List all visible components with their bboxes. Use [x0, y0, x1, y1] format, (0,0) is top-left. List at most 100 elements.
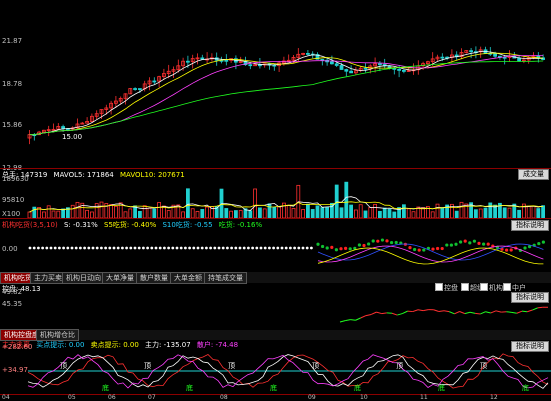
indicator1-value: 吃货: -0.16%: [219, 221, 262, 229]
volume-panel[interactable]: [0, 178, 551, 218]
indicator-dot: [155, 247, 158, 250]
indicator-dot: [83, 247, 86, 250]
indicator1-s5: S5吃货: -0.40%: [104, 221, 156, 229]
indicator-dot: [418, 249, 421, 252]
volume-bar: [114, 206, 117, 218]
volume-bar: [441, 208, 444, 218]
volume-bar: [158, 203, 161, 218]
tab-tick-volume[interactable]: 持笔成交量: [204, 272, 247, 284]
indicator-dot: [395, 241, 398, 244]
indicator1-panel[interactable]: [0, 230, 551, 272]
volume-bar: [129, 209, 132, 218]
indicator-dot: [293, 247, 296, 250]
indicator-dot: [45, 247, 48, 250]
bottom-marker: 底: [522, 383, 529, 392]
volume-bar: [388, 209, 391, 218]
volume-bar: [532, 206, 535, 218]
volume-bar: [345, 182, 348, 218]
control-segment: [512, 312, 517, 313]
volume-bar: [100, 202, 103, 218]
control-segment: [402, 311, 407, 313]
control-segment: [434, 310, 439, 312]
volume-bar: [76, 202, 79, 218]
top-marker: 顶: [480, 362, 487, 370]
volume-bar: [186, 189, 189, 218]
control-segment: [460, 312, 465, 314]
volume-bar: [162, 206, 165, 218]
indicator-dot: [192, 247, 195, 250]
indicator-dot: [125, 247, 128, 250]
legend-label: 控盘: [444, 284, 458, 292]
control-segment: [356, 318, 361, 320]
tab-large-order-net[interactable]: 大单净量: [102, 272, 138, 284]
candle: [62, 127, 65, 129]
top-marker: 顶: [228, 362, 235, 370]
candle: [186, 61, 189, 62]
tab-main-force-trading[interactable]: 主力买卖: [30, 272, 66, 284]
control-segment: [449, 312, 454, 314]
price-axis-label: 18.78: [2, 80, 22, 88]
indicator1-s: S: -0.31%: [64, 221, 98, 229]
control-segment: [465, 312, 470, 313]
indicator-dot: [167, 247, 170, 250]
volume-bar: [460, 202, 463, 218]
tab-institution-daily[interactable]: 机构日动向: [62, 272, 105, 284]
bottom-marker: 底: [102, 383, 109, 392]
indicator-dot: [302, 247, 305, 250]
price-axis-label: 15.86: [2, 121, 22, 129]
volume-bar: [95, 204, 98, 218]
indicator-dot: [29, 247, 32, 250]
indicator-dot: [213, 247, 216, 250]
volume-bar: [537, 209, 540, 218]
control-segment: [397, 314, 402, 316]
price-panel[interactable]: [0, 0, 551, 168]
indicator-dot: [344, 247, 347, 250]
indicator-dot: [330, 246, 333, 249]
indicator-dot: [159, 247, 162, 250]
control-segment: [340, 321, 345, 322]
indicator-dot: [306, 247, 309, 250]
indicator-dot: [201, 247, 204, 250]
candle: [335, 64, 338, 66]
indicator-tab-bar-2: [0, 330, 551, 340]
volume-bar: [378, 211, 381, 218]
control-panel[interactable]: [0, 292, 551, 330]
volume-bar: [62, 209, 65, 218]
indicator-dot: [75, 247, 78, 250]
indicator-dot: [129, 247, 132, 250]
indicator-dot: [523, 246, 526, 249]
indicator-dot: [121, 247, 124, 250]
indicator-dot: [473, 240, 476, 243]
indicator-dot: [146, 247, 149, 250]
indicator-dot: [436, 247, 439, 250]
volume-bar: [436, 204, 439, 218]
volume-bar: [455, 211, 458, 218]
indicator-dot: [66, 247, 69, 250]
volume-bar: [167, 211, 170, 218]
indicator-dot: [171, 247, 174, 250]
volume-bar: [287, 205, 290, 218]
indicator-dot: [71, 247, 74, 250]
indicator-dot: [542, 241, 545, 244]
candle: [258, 65, 261, 66]
bottom-marker: 底: [270, 383, 277, 392]
tab-large-order-amount[interactable]: 大单金额: [170, 272, 206, 284]
control-segment: [423, 310, 428, 311]
volume-bar: [503, 208, 506, 218]
indicator-dot: [247, 247, 250, 250]
indicator-dot: [260, 247, 263, 250]
volume-bar: [542, 206, 545, 218]
control-segment: [392, 313, 397, 315]
tab-retail-count[interactable]: 散户数量: [136, 272, 172, 284]
main-force-panel[interactable]: 顶底顶底顶底顶底顶底顶底: [0, 348, 551, 394]
indicator-dot: [234, 247, 237, 250]
top-marker: 顶: [312, 362, 319, 370]
indicator-dot: [87, 247, 90, 250]
volume-bar: [508, 208, 511, 218]
volume-bar: [148, 208, 151, 218]
volume-bar: [47, 206, 50, 218]
volume-bar: [278, 207, 281, 218]
volume-bar: [340, 208, 343, 218]
candle: [441, 57, 444, 58]
control-segment: [486, 312, 491, 313]
